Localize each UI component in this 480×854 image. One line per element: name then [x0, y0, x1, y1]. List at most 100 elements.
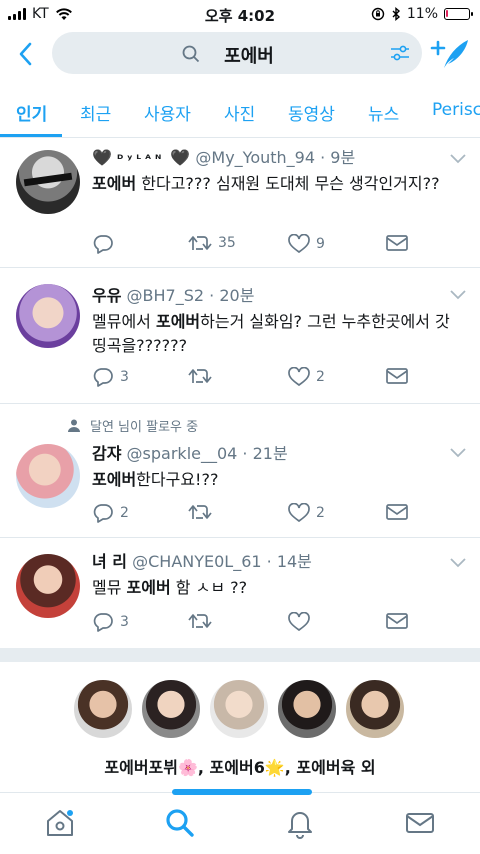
- tweet-text: 멜뮤 포에버 함 ㅅㅂ ??: [92, 576, 460, 600]
- reply-button[interactable]: 2: [92, 503, 129, 523]
- filter-sliders-icon[interactable]: [390, 44, 410, 62]
- search-tabs: 인기 최근 사용자 사진 동영상 뉴스 Periscope: [0, 84, 480, 138]
- share-dm-button[interactable]: [386, 503, 408, 521]
- bottom-tab-bar: [0, 789, 480, 854]
- heart-icon: [288, 234, 310, 254]
- retweet-button[interactable]: [188, 503, 218, 521]
- related-caption: 포에버포뷔🌸, 포에버6🌟, 포에버육 외: [104, 758, 376, 777]
- battery-percent: 11%: [406, 6, 438, 22]
- retweet-button[interactable]: [188, 612, 218, 630]
- home-icon[interactable]: [44, 807, 76, 839]
- like-count: 2: [316, 369, 325, 385]
- tweet-actions: 35 9: [92, 234, 422, 258]
- tweet-text-rest: 한다구요!??: [136, 470, 219, 489]
- tweet-header: 감쟈 @sparkle__04 · 21분: [92, 440, 460, 464]
- search-tab-icon[interactable]: [164, 807, 196, 839]
- retweet-button[interactable]: 35: [188, 234, 236, 252]
- tweet-actions: 3 2: [92, 367, 422, 391]
- envelope-icon: [386, 235, 408, 251]
- heart-icon: [288, 612, 310, 632]
- author-handle: @CHANYE0L_61 · 14분: [132, 552, 312, 571]
- reply-button[interactable]: 3: [92, 612, 129, 632]
- status-right: 11%: [371, 6, 473, 22]
- tweet[interactable]: 녀 리 @CHANYE0L_61 · 14분 멜뮤 포에버 함 ㅅㅂ ?? 3: [0, 538, 480, 648]
- retweet-icon: [188, 369, 212, 383]
- chevron-down-icon[interactable]: [450, 448, 466, 458]
- tweet-text: 멜뮤에서 포에버하는거 실화임? 그런 누추한곳에서 갓띵곡을??????: [92, 310, 460, 358]
- tab-periscope[interactable]: Periscope: [432, 100, 480, 120]
- reply-count: 3: [120, 614, 129, 630]
- highlight-term: 포에버: [92, 470, 137, 489]
- tweet[interactable]: 우유 @BH7_S2 · 20분 멜뮤에서 포에버하는거 실화임? 그런 누추한…: [0, 268, 480, 404]
- bluetooth-icon: [392, 7, 400, 21]
- share-dm-button[interactable]: [386, 367, 408, 385]
- retweet-icon: [188, 236, 212, 250]
- tab-people[interactable]: 사용자: [144, 100, 191, 125]
- like-button[interactable]: [288, 612, 316, 632]
- like-button[interactable]: 2: [288, 367, 325, 387]
- envelope-icon: [386, 368, 408, 384]
- author-name[interactable]: 녀 리: [92, 552, 127, 571]
- related-searches[interactable]: 포에버포뷔🌸, 포에버6🌟, 포에버육 외: [0, 662, 480, 792]
- reply-button[interactable]: [92, 234, 120, 254]
- like-count: 2: [316, 505, 325, 521]
- messages-icon[interactable]: [404, 807, 436, 839]
- search-query: 포에버: [224, 46, 274, 67]
- tweet-actions: 2 2: [92, 503, 422, 527]
- avatar[interactable]: [16, 554, 80, 618]
- reply-icon: [93, 613, 113, 632]
- author-name[interactable]: ᴰʸᴸᴬᴺ: [117, 152, 165, 166]
- retweet-icon: [188, 505, 212, 519]
- tweet-header: 우유 @BH7_S2 · 20분: [92, 282, 460, 306]
- retweet-count: 35: [218, 235, 236, 251]
- envelope-icon: [386, 504, 408, 520]
- share-dm-button[interactable]: [386, 612, 408, 630]
- reply-button[interactable]: 3: [92, 367, 129, 387]
- tweet-text-pre: 멜뮤: [92, 578, 127, 597]
- new-tweets-pill[interactable]: [172, 789, 312, 795]
- author-name[interactable]: 감쟈: [92, 444, 121, 463]
- highlight-term: 포에버: [126, 578, 171, 597]
- envelope-icon: [386, 613, 408, 629]
- share-dm-button[interactable]: [386, 234, 408, 252]
- reply-icon: [93, 235, 113, 254]
- tweet[interactable]: 달연 님이 팔로우 중 감쟈 @sparkle__04 · 21분 포에버한다구…: [0, 404, 480, 538]
- reply-icon: [93, 368, 113, 387]
- battery-icon: [444, 8, 473, 20]
- avatar: [140, 678, 202, 740]
- reply-icon: [93, 504, 113, 523]
- avatar[interactable]: [16, 444, 80, 508]
- tweet-text-rest: 함 ㅅㅂ ??: [170, 578, 248, 597]
- heart-icon: [288, 367, 310, 387]
- rotation-lock-icon: [371, 7, 385, 21]
- like-button[interactable]: 2: [288, 503, 325, 523]
- avatar[interactable]: [16, 150, 80, 214]
- retweet-button[interactable]: [188, 367, 218, 385]
- tweet[interactable]: 🖤 ᴰʸᴸᴬᴺ 🖤 @My_Youth_94 · 9분 포에버 한다고??? 심…: [0, 138, 480, 268]
- section-divider: [0, 648, 480, 662]
- tab-videos[interactable]: 동영상: [288, 100, 335, 125]
- author-name[interactable]: 우유: [92, 286, 121, 305]
- author-handle: @BH7_S2 · 20분: [126, 286, 255, 305]
- compose-tweet-icon[interactable]: [430, 36, 470, 70]
- back-chevron-icon[interactable]: [14, 40, 38, 68]
- like-button[interactable]: 9: [288, 234, 325, 254]
- tweet-text-rest: 한다고??? 심재원 도대체 무슨 생각인거지??: [136, 174, 440, 193]
- chevron-down-icon[interactable]: [450, 558, 466, 568]
- avatar[interactable]: [16, 284, 80, 348]
- avatar: [276, 678, 338, 740]
- tab-photos[interactable]: 사진: [224, 100, 255, 125]
- chevron-down-icon[interactable]: [450, 154, 466, 164]
- tweet-header: 녀 리 @CHANYE0L_61 · 14분: [92, 548, 460, 572]
- highlight-term: 포에버: [92, 174, 137, 193]
- chevron-down-icon[interactable]: [450, 290, 466, 300]
- active-tab-indicator: [0, 134, 62, 137]
- bell-icon[interactable]: [284, 807, 316, 839]
- tab-top[interactable]: 인기: [16, 100, 47, 125]
- reply-count: 2: [120, 505, 129, 521]
- heart-icon: [288, 503, 310, 523]
- tab-news[interactable]: 뉴스: [368, 100, 399, 125]
- tab-latest[interactable]: 최근: [80, 100, 111, 125]
- avatar: [72, 678, 134, 740]
- search-input[interactable]: 포에버: [52, 32, 422, 74]
